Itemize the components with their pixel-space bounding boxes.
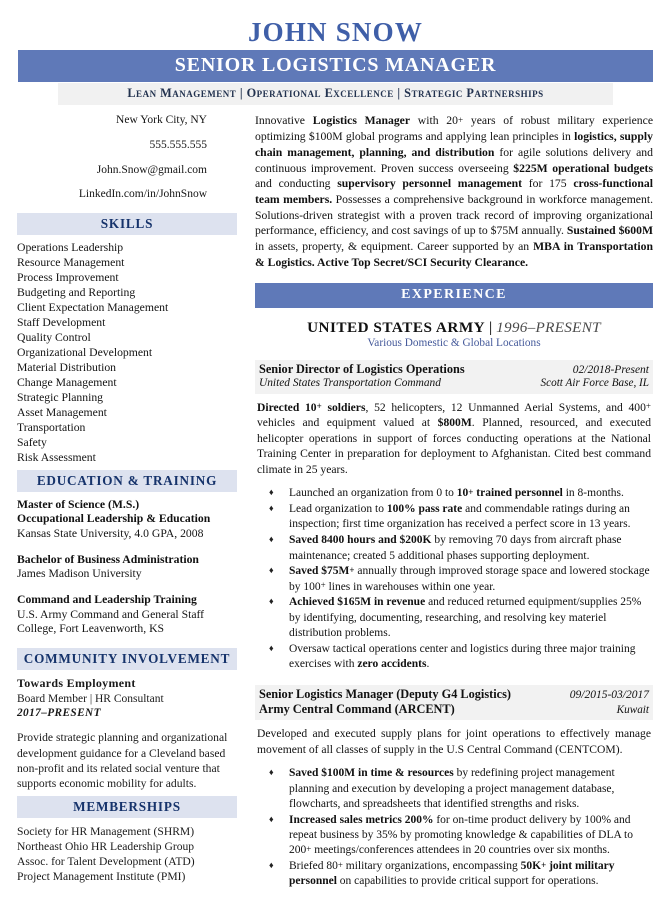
skill-item: Strategic Planning (17, 390, 104, 404)
education-degree: Bachelor of Business Administration (17, 552, 199, 566)
job-bullet: ♦ Increased sales metrics 200% for on-tim… (269, 813, 633, 857)
section-header-education: EDUCATION & TRAINING (17, 469, 237, 492)
skill-item: Safety (17, 435, 47, 449)
job-organization: Army Central Command (ARCENT) (259, 701, 455, 716)
company-name: UNITED STATES ARMY (307, 318, 486, 336)
job-org-row: Army Central Command (ARCENT) Kuwait (259, 702, 649, 718)
job-bullet: ♦ Achieved $165M in revenue and reduced r… (269, 596, 642, 639)
membership-item: Society for HR Management (SHRM) (17, 824, 195, 838)
left-sidebar: New York City, NY 555.555.555 John.Snow@… (0, 112, 248, 884)
diamond-bullet-icon: ♦ (269, 596, 274, 607)
community-role: Board Member | HR Consultant (17, 692, 164, 705)
job-spacer (255, 673, 653, 685)
skill-item: Staff Development (17, 315, 106, 329)
community-org: Towards Employment (17, 675, 136, 690)
job-bullet: ♦ Launched an organization from 0 to 10+ … (269, 487, 624, 500)
contact-email[interactable]: John.Snow@gmail.com (17, 164, 237, 177)
job-bullet: ♦ Oversaw tactical operations center and … (269, 642, 636, 670)
job-header-band: Senior Director of Logistics Operations 0… (255, 359, 653, 394)
job-bullet: ♦ Saved 8400 hours and $200K by removing … (269, 534, 622, 562)
membership-item: Assoc. for Talent Development (ATD) (17, 855, 195, 869)
company-location: Various Domestic & Global Locations (367, 337, 541, 350)
job-location: Kuwait (616, 703, 649, 716)
job-description: Developed and executed supply plans for … (257, 727, 651, 756)
skills-list: Operations Leadership Resource Management… (17, 241, 237, 466)
memberships-list: Society for HR Management (SHRM) Northeas… (17, 824, 237, 884)
job-org-row: United States Transportation Command Scot… (259, 377, 649, 391)
resume-body: New York City, NY 555.555.555 John.Snow@… (0, 112, 671, 902)
membership-item: Project Management Institute (PMI) (17, 870, 186, 884)
professional-summary: Innovative Logistics Manager with 20+ ye… (255, 114, 654, 269)
education-school: U.S. Army Command and General Staff Coll… (17, 607, 205, 636)
diamond-bullet-icon: ♦ (269, 534, 274, 545)
diamond-bullet-icon: ♦ (269, 503, 274, 514)
skill-item: Transportation (17, 420, 86, 434)
skill-item: Process Improvement (17, 271, 119, 285)
education-list: Master of Science (M.S.) Occupational Lea… (17, 498, 237, 637)
job-location: Scott Air Force Base, IL (540, 376, 649, 389)
skill-item: Material Distribution (17, 360, 117, 374)
skill-item: Asset Management (17, 405, 107, 419)
job-title: Senior Director of Logistics Operations (259, 361, 465, 376)
skill-item: Resource Management (17, 256, 125, 270)
company-dates: 1996–PRESENT (496, 318, 601, 336)
education-entry: Bachelor of Business Administration James… (17, 553, 237, 582)
job-title-banner: SENIOR LOGISTICS MANAGER (18, 50, 653, 83)
diamond-bullet-icon: ♦ (269, 565, 274, 576)
education-degree: Master of Science (M.S.) (17, 497, 140, 511)
job-title-row: Senior Director of Logistics Operations 0… (259, 362, 649, 377)
job-bullet-list: ♦ Saved $100M in time & resources by rede… (255, 766, 653, 889)
job-dates: 02/2018-Present (572, 363, 649, 376)
contact-linkedin[interactable]: LinkedIn.com/in/JohnSnow (17, 188, 237, 201)
skill-item: Quality Control (17, 330, 91, 344)
job-header-band: Senior Logistics Manager (Deputy G4 Logi… (255, 684, 653, 721)
contact-location: New York City, NY (116, 114, 207, 127)
membership-item: Northeast Ohio HR Leadership Group (17, 840, 195, 854)
company-heading: UNITED STATES ARMY | 1996–PRESENT (255, 319, 653, 336)
job-title: Senior Logistics Manager (Deputy G4 Logi… (259, 686, 511, 701)
company-separator: | (488, 318, 493, 336)
community-description: Provide strategic planning and organizat… (17, 731, 228, 791)
job-spacer (255, 890, 653, 902)
skill-item: Budgeting and Reporting (17, 285, 136, 299)
job-organization: United States Transportation Command (259, 376, 441, 389)
skill-item: Change Management (17, 375, 117, 389)
job-description: Directed 10+ soldiers, 52 helicopters, 1… (257, 400, 651, 476)
skill-item: Organizational Development (17, 345, 153, 359)
education-entry: Command and Leadership Training U.S. Army… (17, 593, 237, 637)
education-school: James Madison University (17, 567, 142, 581)
skill-item: Risk Assessment (17, 450, 96, 464)
skill-item: Client Expectation Management (17, 300, 169, 314)
community-dates: 2017–PRESENT (17, 707, 101, 720)
job-bullet: ♦ Briefed 80+ military organizations, enc… (269, 859, 615, 888)
job-bullet-list: ♦ Launched an organization from 0 to 10+ … (255, 486, 653, 672)
diamond-bullet-icon: ♦ (269, 813, 274, 824)
diamond-bullet-icon: ♦ (269, 487, 274, 498)
section-header-memberships: MEMBERSHIPS (17, 795, 237, 818)
education-school: Kansas State University, 4.0 GPA, 2008 (17, 527, 204, 541)
contact-phone[interactable]: 555.555.555 (17, 139, 237, 152)
job-bullet: ♦ Saved $100M in time & resources by rede… (269, 767, 615, 811)
community-entry: Towards Employment Board Member | HR Con… (17, 676, 237, 792)
education-degree-field: Occupational Leadership & Education (17, 512, 211, 526)
section-header-skills: SKILLS (17, 212, 237, 236)
job-bullet: ♦ Saved $75M+ annually through improved s… (269, 564, 650, 593)
section-header-experience: EXPERIENCE (255, 282, 653, 308)
diamond-bullet-icon: ♦ (269, 642, 274, 653)
resume-header: JOHN SNOW SENIOR LOGISTICS MANAGER Lean … (0, 0, 671, 106)
diamond-bullet-icon: ♦ (269, 767, 274, 778)
section-header-community: COMMUNITY INVOLVEMENT (17, 647, 237, 670)
job-dates: 09/2015-03/2017 (569, 688, 649, 701)
diamond-bullet-icon: ♦ (269, 860, 274, 871)
job-bullet: ♦ Lead organization to 100% pass rate and… (269, 503, 631, 531)
education-degree: Command and Leadership Training (17, 592, 197, 606)
skill-item: Operations Leadership (17, 241, 124, 255)
job-title-row: Senior Logistics Manager (Deputy G4 Logi… (259, 687, 649, 702)
tagline-bar: Lean Management | Operational Excellence… (58, 83, 613, 106)
page-title: JOHN SNOW (247, 17, 424, 47)
education-entry: Master of Science (M.S.) Occupational Lea… (17, 498, 237, 542)
main-content: Innovative Logistics Manager with 20+ ye… (248, 112, 671, 902)
